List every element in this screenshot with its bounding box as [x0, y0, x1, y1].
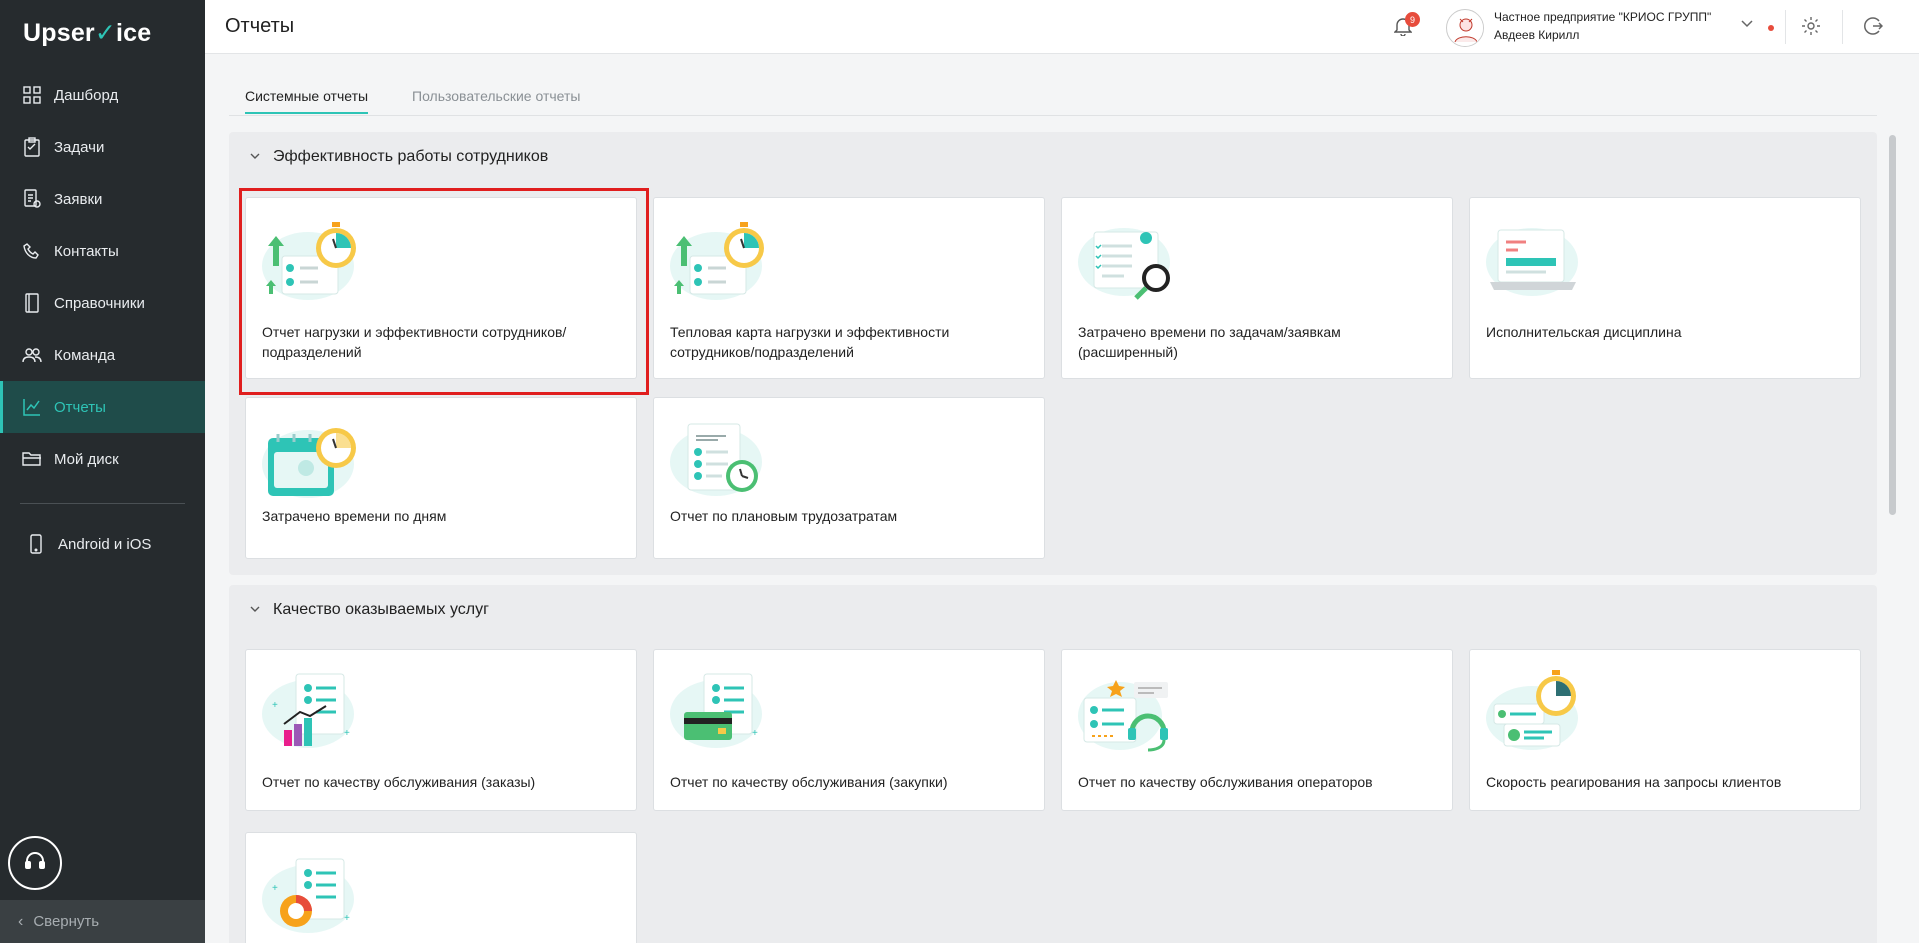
sidebar-item-label: Команда [54, 346, 116, 364]
folder-icon [22, 449, 42, 469]
sidebar-nav: Дашборд Задачи Заявки Контакты Справочни… [0, 69, 205, 570]
report-tabs: Системные отчеты Пользовательские отчеты [229, 84, 1877, 116]
report-card-title: Отчет нагрузки и эффективности сотрудник… [262, 324, 567, 360]
sidebar-item-my-disk[interactable]: Мой диск [0, 433, 205, 485]
report-card[interactable]: Исполнительская дисциплина [1469, 197, 1861, 379]
requests-icon [22, 189, 42, 209]
status-dot [1768, 25, 1774, 31]
grid-icon [22, 85, 42, 105]
svg-text:+: + [344, 728, 350, 739]
notifications-count-badge: 9 [1405, 12, 1420, 27]
sidebar-item-directories[interactable]: Справочники [0, 277, 205, 329]
report-card-title: Отчет по качеству обслуживания операторо… [1078, 774, 1373, 790]
chevron-left-icon: ‹ [18, 912, 24, 930]
app-logo[interactable]: Upser✓ice [23, 18, 151, 48]
company-name: Частное предприятие "КРИОС ГРУПП" [1494, 10, 1712, 24]
sidebar-item-label: Контакты [54, 242, 119, 260]
headset-icon [24, 850, 46, 877]
report-card-title: Отчет по качеству обслуживания (заказы) [262, 774, 536, 790]
top-header: Отчеты 9 Частное предприятие "КРИОС ГРУП… [205, 0, 1919, 54]
report-card[interactable]: + Отчет по качеству обслуживания (закупк… [653, 649, 1045, 811]
logout-icon[interactable] [1863, 16, 1884, 41]
page-title: Отчеты [225, 15, 295, 37]
report-card[interactable]: Затрачено времени по задачам/заявкам (ра… [1061, 197, 1453, 379]
sidebar-item-label: Справочники [54, 294, 145, 312]
sidebar: Upser✓ice Дашборд Задачи Заявки Контакты [0, 0, 205, 943]
mobile-icon [26, 534, 46, 554]
account-info[interactable]: Частное предприятие "КРИОС ГРУПП" Авдеев… [1494, 8, 1711, 44]
header-divider [1785, 10, 1786, 44]
sidebar-item-tasks[interactable]: Задачи [0, 121, 205, 173]
calendar-stopwatch-icon [260, 416, 364, 502]
gear-icon[interactable] [1801, 16, 1821, 41]
sidebar-item-dashboard[interactable]: Дашборд [0, 69, 205, 121]
discipline-laptop-icon [1484, 216, 1588, 302]
chevron-down-icon[interactable] [249, 602, 261, 614]
operators-quality-icon [1076, 668, 1180, 754]
user-name: Авдеев Кирилл [1494, 28, 1580, 42]
sidebar-item-team[interactable]: Команда [0, 329, 205, 381]
book-icon [22, 293, 42, 313]
orders-quality-icon: + + [260, 668, 364, 754]
report-card[interactable]: Отчет по плановым трудозатратам [653, 397, 1045, 559]
quality-donut-icon: + + [260, 851, 364, 937]
avatar[interactable] [1446, 9, 1484, 47]
phone-icon [22, 241, 42, 261]
tab-system-reports[interactable]: Системные отчеты [245, 88, 369, 114]
sidebar-item-label: Android и iOS [58, 535, 152, 553]
collapse-label: Свернуть [33, 913, 100, 930]
response-speed-icon [1484, 668, 1588, 754]
chevron-down-icon[interactable] [249, 149, 261, 161]
report-card[interactable]: Скорость реагирования на запросы клиенто… [1469, 649, 1861, 811]
report-card-title: Затрачено времени по задачам/заявкам (ра… [1078, 324, 1341, 360]
svg-text:+: + [272, 883, 278, 894]
report-card-title: Отчет по качеству обслуживания (закупки) [670, 774, 948, 790]
report-card[interactable]: Отчет по качеству обслуживания операторо… [1061, 649, 1453, 811]
section-title: Качество оказываемых услуг [273, 601, 489, 618]
chart-line-icon [22, 397, 42, 417]
workload-stopwatch-icon [260, 216, 364, 302]
purchases-quality-icon: + [668, 668, 772, 754]
scrollbar-thumb[interactable] [1889, 135, 1896, 515]
sidebar-item-requests[interactable]: Заявки [0, 173, 205, 225]
section-service-quality: Качество оказываемых услуг + + Отчет по … [229, 585, 1877, 943]
reports-content: Эффективность работы сотрудников Отчет н… [229, 132, 1877, 943]
report-card-title: Затрачено времени по дням [262, 508, 447, 524]
section-employee-efficiency: Эффективность работы сотрудников Отчет н… [229, 132, 1877, 575]
sidebar-item-mobile-apps[interactable]: Android и iOS [0, 518, 205, 570]
header-divider [1842, 10, 1843, 44]
chevron-down-icon[interactable] [1741, 17, 1753, 31]
report-card[interactable]: + + Отчет по качеству обслуживания (зака… [245, 649, 637, 811]
planned-labor-icon [668, 416, 772, 502]
sidebar-item-label: Заявки [54, 190, 103, 208]
report-card-title: Отчет по плановым трудозатратам [670, 508, 898, 524]
tab-user-reports[interactable]: Пользовательские отчеты [412, 88, 580, 112]
sidebar-item-label: Дашборд [54, 86, 119, 104]
sidebar-item-reports[interactable]: Отчеты [0, 381, 205, 433]
sidebar-item-label: Мой диск [54, 450, 119, 468]
report-card[interactable]: + + [245, 832, 637, 943]
section-title: Эффективность работы сотрудников [273, 148, 549, 165]
svg-text:+: + [272, 700, 278, 711]
report-card[interactable]: Отчет нагрузки и эффективности сотрудник… [245, 197, 637, 379]
collapse-sidebar-button[interactable]: ‹ Свернуть [0, 900, 205, 943]
clipboard-icon [22, 137, 42, 157]
report-card-title: Исполнительская дисциплина [1486, 324, 1682, 340]
sidebar-divider [20, 503, 185, 504]
team-icon [22, 345, 42, 365]
sidebar-item-contacts[interactable]: Контакты [0, 225, 205, 277]
time-search-icon [1076, 216, 1180, 302]
sidebar-item-label: Задачи [54, 138, 105, 156]
report-card[interactable]: Затрачено времени по дням [245, 397, 637, 559]
support-button[interactable] [8, 836, 62, 890]
svg-text:+: + [752, 728, 758, 739]
svg-text:+: + [344, 913, 350, 924]
report-card-title: Скорость реагирования на запросы клиенто… [1486, 774, 1782, 790]
report-card-title: Тепловая карта нагрузки и эффективности … [670, 324, 950, 360]
sidebar-item-label: Отчеты [54, 398, 106, 416]
report-card[interactable]: Тепловая карта нагрузки и эффективности … [653, 197, 1045, 379]
heatmap-stopwatch-icon [668, 216, 772, 302]
